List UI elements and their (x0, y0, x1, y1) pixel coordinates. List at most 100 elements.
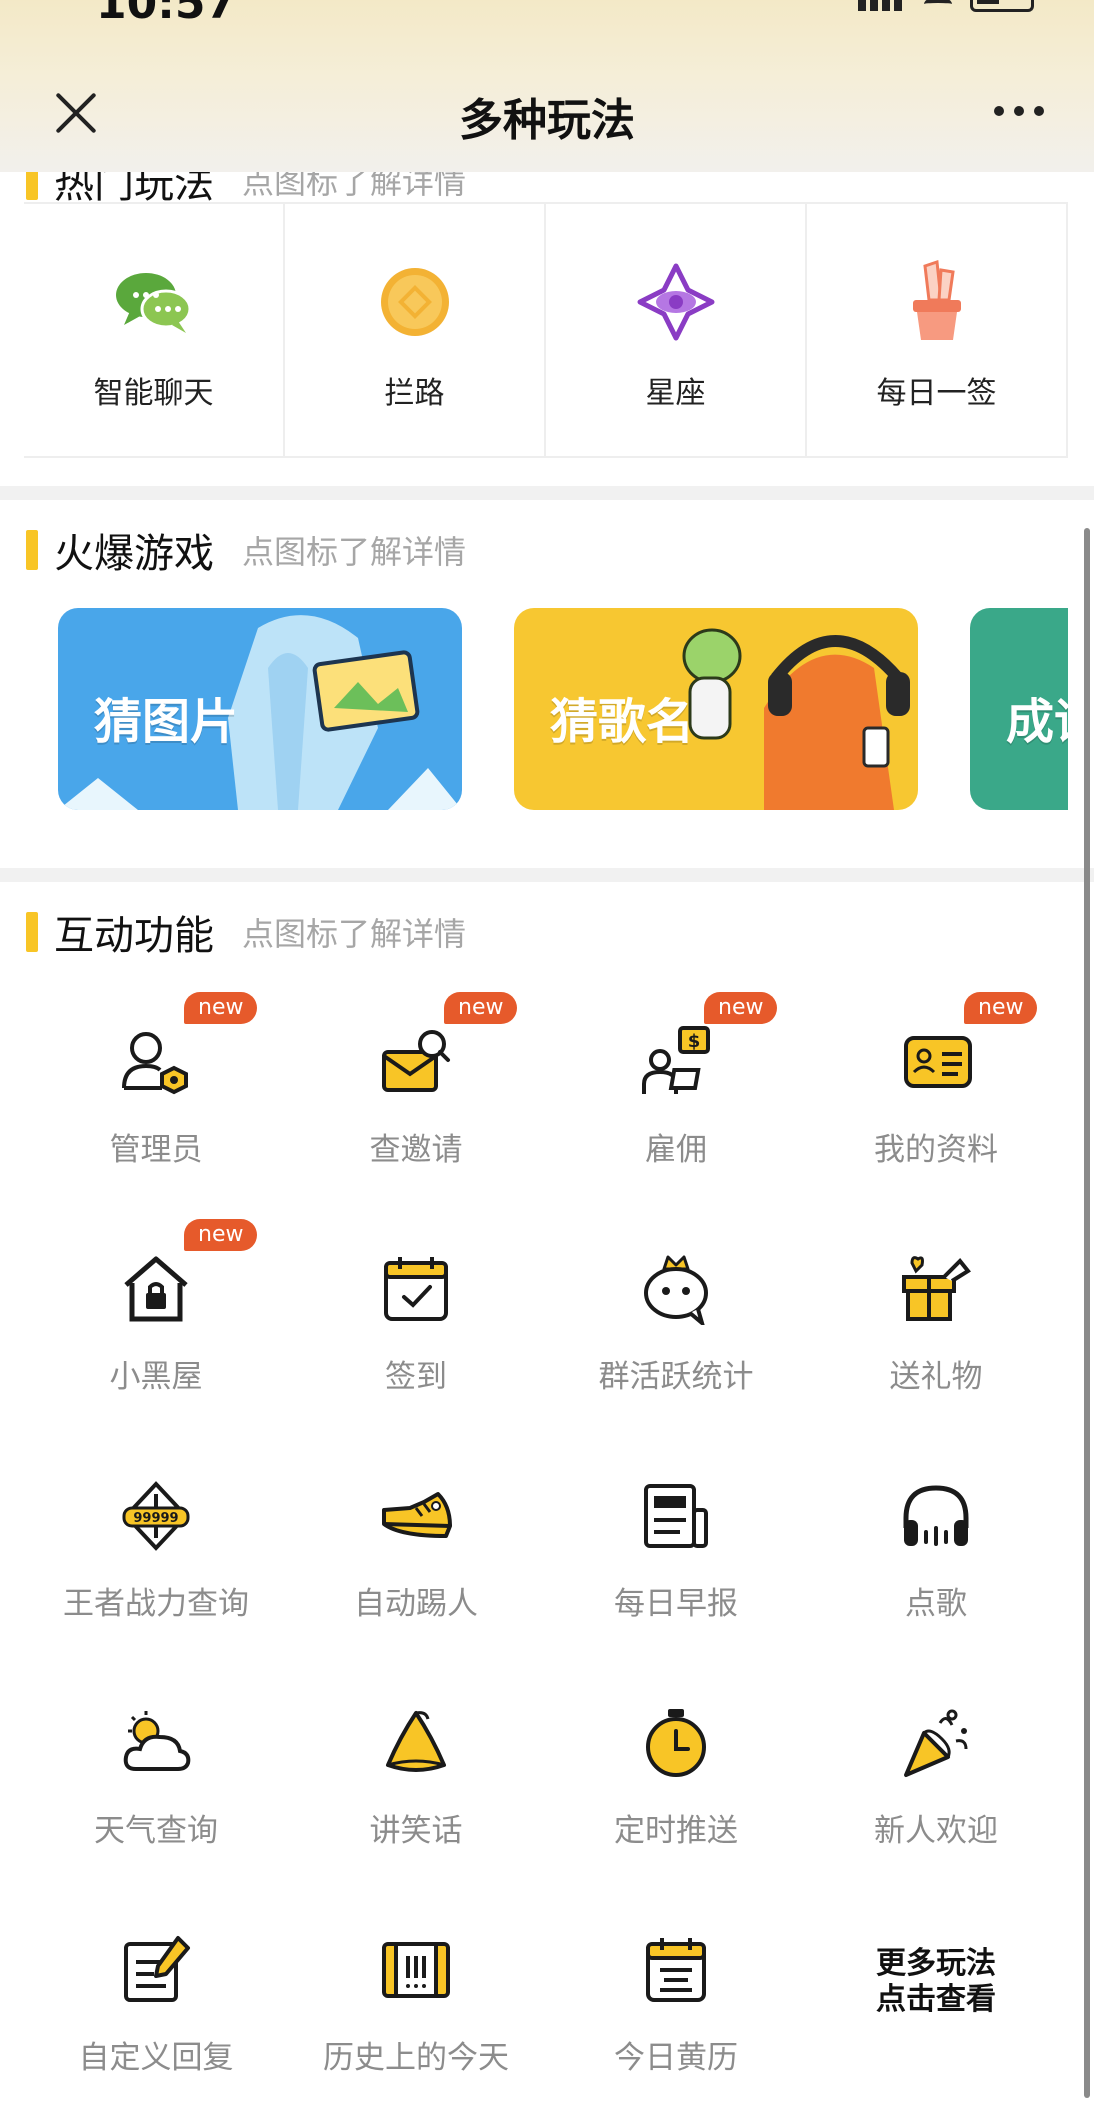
admin-icon (122, 1032, 188, 1095)
signal-icon (858, 0, 906, 11)
game-card-guess-song[interactable]: 猜歌名 (514, 608, 918, 810)
fn-item-label: 讲笑话 (369, 1813, 463, 1849)
games-section-title: 火爆游戏 (54, 531, 214, 577)
party-hat-icon (386, 1711, 446, 1772)
hot-item-horoscope[interactable]: 星座 (546, 204, 807, 456)
hot-item-label: 拦路 (384, 376, 445, 411)
fn-item-news[interactable]: 每日早报 (546, 1470, 806, 1670)
hot-item-label: 星座 (645, 376, 706, 411)
fn-item-activity[interactable]: 群活跃统计 (546, 1243, 806, 1443)
fn-item-song[interactable]: 点歌 (806, 1470, 1066, 1670)
games-section-header: 火爆游戏 点图标了解详情 (26, 520, 466, 580)
fn-item-weather[interactable]: 天气查询 (26, 1697, 286, 1897)
interactive-section-hint: 点图标了解详情 (242, 915, 467, 953)
constellation-icon (634, 260, 718, 344)
fn-item-welcome[interactable]: 新人欢迎 (806, 1697, 1066, 1897)
fn-item-label: 天气查询 (94, 1813, 218, 1849)
fn-item-invite[interactable]: new 查邀请 (286, 992, 546, 1216)
fn-item-timer[interactable]: 定时推送 (546, 1697, 806, 1897)
new-badge: new (964, 992, 1038, 1024)
fn-item-label: 自动踢人 (354, 1586, 478, 1622)
game-card-idiom[interactable]: 成语 (970, 608, 1068, 810)
new-badge: new (704, 992, 778, 1024)
gift-icon (902, 1256, 971, 1321)
fortune-stick-icon (895, 260, 979, 344)
fn-item-history[interactable]: 历史上的今天 (286, 1924, 546, 2109)
fn-item-label: 雇佣 (645, 1132, 707, 1168)
interactive-section-title: 互动功能 (54, 913, 214, 959)
fn-item-label: 今日黄历 (614, 2040, 738, 2076)
fn-item-joke[interactable]: 讲笑话 (286, 1697, 546, 1897)
hot-item-fortune[interactable]: 每日一签 (807, 204, 1068, 456)
section-accent-bar (26, 530, 38, 570)
status-time: 10:57 (96, 0, 237, 29)
section-divider (0, 868, 1094, 882)
fn-item-label: 查邀请 (369, 1132, 463, 1168)
more-features-line2: 点击查看 (876, 1982, 996, 2017)
chat-bubbles-icon (112, 260, 196, 344)
fn-item-label: 王者战力查询 (63, 1586, 249, 1622)
fn-item-gift[interactable]: 送礼物 (806, 1243, 1066, 1443)
stopwatch-icon (646, 1709, 706, 1777)
hot-item-block[interactable]: 拦路 (285, 204, 546, 456)
fn-item-profile[interactable]: new 我的资料 (806, 992, 1066, 1216)
game-card-guess-picture[interactable]: 猜图片 (58, 608, 462, 810)
status-icons (858, 0, 1034, 12)
page-scrollbar[interactable] (1084, 528, 1090, 2098)
edit-note-icon (124, 1936, 190, 2002)
fn-item-label: 点歌 (905, 1586, 967, 1622)
invite-search-icon (382, 1030, 450, 1092)
party-popper-icon (904, 1709, 968, 1777)
page-title: 多种玩法 (459, 95, 635, 146)
interactive-section-header: 互动功能 点图标了解详情 (26, 902, 466, 962)
fn-item-label: 送礼物 (889, 1359, 983, 1395)
fn-item-label: 签到 (385, 1359, 447, 1395)
more-features-link[interactable]: 更多玩法 点击查看 (806, 1946, 1066, 2066)
newspaper-icon (644, 1484, 708, 1548)
fn-item-checkin[interactable]: 签到 (286, 1243, 546, 1443)
sneaker-icon (382, 1492, 452, 1538)
profile-card-icon (904, 1036, 972, 1088)
power-badge-icon: 99999 (122, 1481, 190, 1551)
hot-item-label: 每日一签 (876, 376, 997, 411)
locked-house-icon (124, 1256, 188, 1322)
fn-item-label: 我的资料 (874, 1132, 998, 1168)
fn-item-label: 历史上的今天 (323, 2040, 509, 2076)
fn-item-label: 小黑屋 (109, 1359, 203, 1395)
new-badge: new (444, 992, 518, 1024)
section-accent-bar (26, 912, 38, 952)
more-menu-button[interactable] (994, 106, 1044, 116)
hot-grid: 智能聊天 拦路 星座 每日一签 (24, 202, 1068, 458)
history-scroll-icon (382, 1942, 450, 1998)
fn-item-label: 自定义回复 (78, 2040, 234, 2076)
games-section-hint: 点图标了解详情 (242, 533, 467, 571)
fn-item-label: 新人欢迎 (874, 1813, 998, 1849)
more-features-line1: 更多玩法 (876, 1946, 996, 1981)
fn-item-admin[interactable]: new 管理员 (26, 992, 286, 1216)
fn-item-label: 群活跃统计 (598, 1359, 754, 1395)
calendar-check-icon (384, 1257, 448, 1321)
fn-item-autokick[interactable]: 自动踢人 (286, 1470, 546, 1670)
fn-item-label: 定时推送 (614, 1813, 738, 1849)
crown-chat-icon (644, 1255, 708, 1325)
top-bar: 10:57 多种玩法 (0, 0, 1094, 172)
svg-text:$: $ (688, 1031, 701, 1052)
fn-item-almanac[interactable]: 今日黄历 (546, 1924, 806, 2109)
fn-item-power[interactable]: 99999 王者战力查询 (26, 1470, 286, 1670)
headphones-icon (903, 1485, 969, 1546)
fn-item-label: 每日早报 (614, 1586, 738, 1622)
svg-text:99999: 99999 (133, 1511, 178, 1526)
section-divider (0, 486, 1094, 500)
wifi-icon (924, 0, 952, 11)
fn-item-custom-reply[interactable]: 自定义回复 (26, 1924, 286, 2109)
fn-item-blackroom[interactable]: new 小黑屋 (26, 1219, 286, 1443)
hot-item-label: 智能聊天 (93, 376, 214, 411)
new-badge: new (184, 1219, 258, 1251)
weather-icon (123, 1711, 191, 1771)
fn-item-hire[interactable]: new $ 雇佣 (546, 992, 806, 1216)
battery-icon (970, 0, 1034, 12)
hire-icon: $ (642, 1026, 710, 1094)
game-card-label: 猜图片 (94, 694, 239, 750)
hot-item-chat[interactable]: 智能聊天 (24, 204, 285, 456)
game-card-label: 成语 (1006, 694, 1068, 750)
